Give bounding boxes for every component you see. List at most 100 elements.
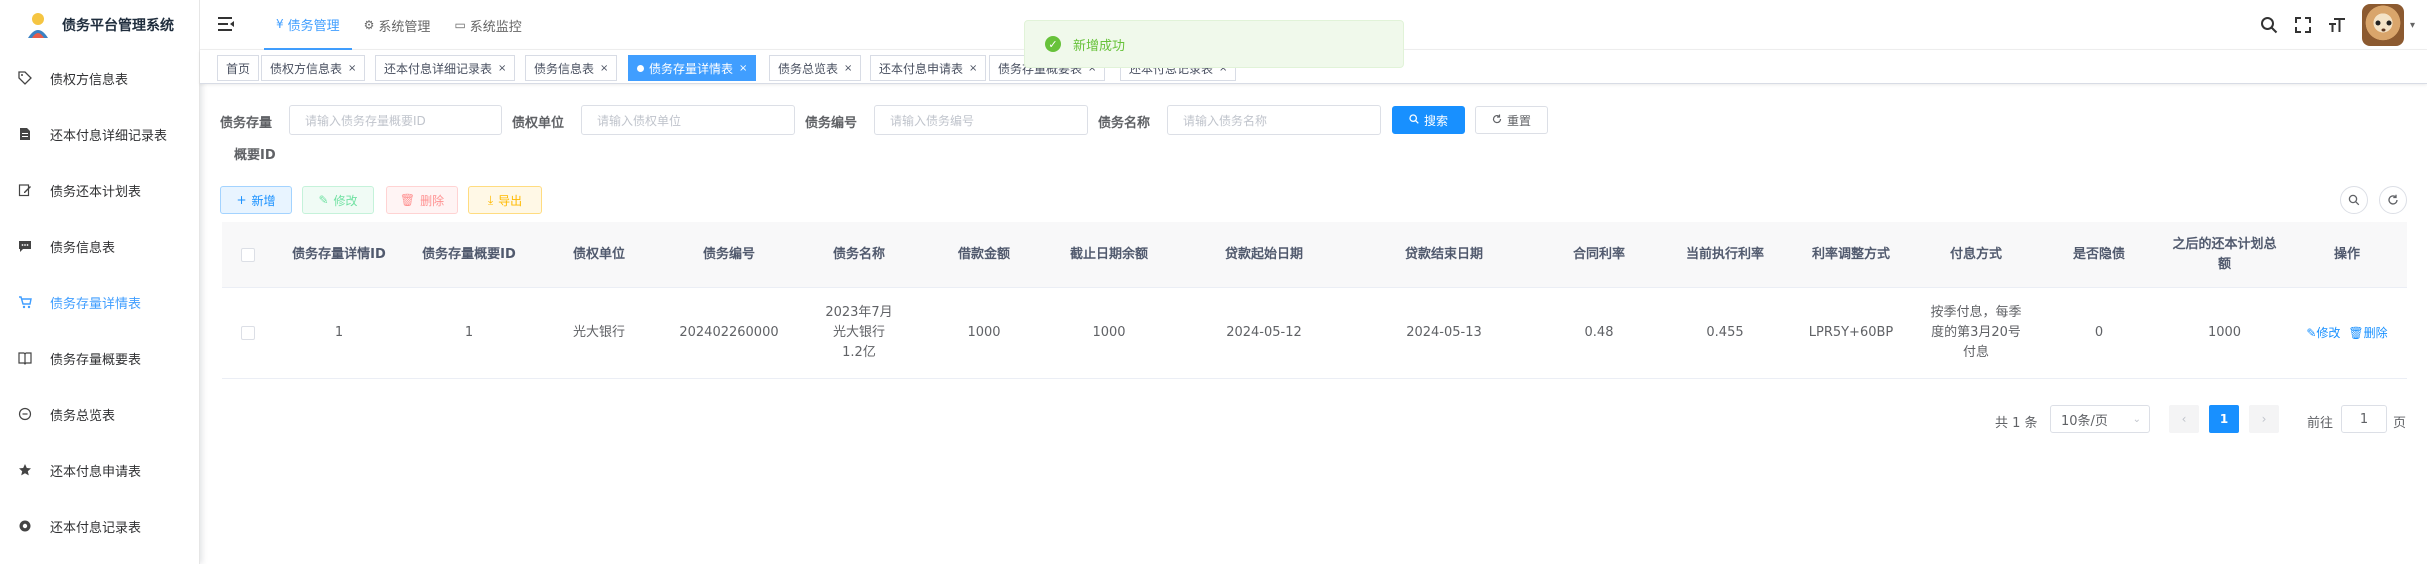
label-debt-no: 债务编号 — [805, 116, 858, 131]
pagination-total: 共 1 条 — [1995, 416, 2038, 431]
page-size-select[interactable]: 10条/页 ⌄ — [2050, 405, 2150, 433]
search-icon — [1409, 113, 1419, 127]
creditor-input[interactable]: 请输入债权单位 — [581, 105, 795, 135]
row-checkbox[interactable] — [241, 326, 255, 340]
col-header[interactable]: 债务存量概要ID — [404, 222, 534, 287]
sidebar-item[interactable]: 还本付息记录表 — [0, 498, 199, 554]
tag-debt-info[interactable]: 债务信息表 × — [525, 55, 618, 81]
plus-icon: + — [236, 193, 247, 207]
tag-creditor-info[interactable]: 债权方信息表 × — [261, 55, 366, 81]
debt-no-input[interactable]: 请输入债务编号 — [874, 105, 1088, 135]
hamburger-icon[interactable] — [218, 16, 234, 32]
sidebar-item[interactable]: 债务总览表 — [0, 386, 199, 442]
sidebar-item-label: 债务还本计划表 — [50, 184, 142, 200]
add-button-label: 新增 — [251, 193, 276, 208]
edit-button-label: 修改 — [333, 193, 358, 208]
row-select-cell — [222, 288, 274, 378]
col-header[interactable]: 借款金额 — [924, 222, 1044, 287]
font-size-icon[interactable] — [2327, 15, 2347, 35]
sidebar-item-label: 债务信息表 — [50, 240, 116, 256]
col-header[interactable]: 截止日期余额 — [1044, 222, 1174, 287]
tag-label: 债务信息表 — [534, 61, 595, 76]
sidebar-item[interactable]: 还本付息详细记录表 — [0, 106, 199, 162]
logo[interactable]: 债务平台管理系统 — [0, 0, 199, 50]
check-circle-icon: ✓ — [1045, 36, 1061, 52]
debt-name-input[interactable]: 请输入债务名称 — [1167, 105, 1381, 135]
summary-id-input[interactable]: 请输入债务存量概要ID — [289, 105, 502, 135]
edit-button[interactable]: ✎ 修改 — [302, 186, 374, 214]
fullscreen-icon[interactable] — [2293, 15, 2313, 35]
toggle-search-button[interactable] — [2340, 186, 2368, 214]
operations-cell: ✎修改 🗑删除 — [2287, 288, 2407, 378]
table-cell: 1000 — [1092, 325, 1126, 340]
tag-debt-overview[interactable]: 债务总览表 × — [769, 55, 862, 81]
search-icon[interactable] — [2259, 15, 2279, 35]
topnav-system-monitor[interactable]: ▭ 系统监控 — [442, 0, 533, 50]
close-icon[interactable]: × — [969, 63, 977, 74]
cart-icon — [18, 295, 32, 309]
col-header[interactable]: 债权单位 — [534, 222, 664, 287]
close-icon[interactable]: × — [348, 63, 356, 74]
data-table: 债务存量详情ID 债务存量概要ID 债权单位 债务编号 债务名称 借款金额 截止… — [222, 222, 2407, 379]
success-toast: ✓ 新增成功 — [1024, 20, 1404, 68]
sidebar-item-label: 还本付息申请表 — [50, 464, 142, 480]
add-button[interactable]: + 新增 — [220, 186, 292, 214]
search-button[interactable]: 搜索 — [1392, 106, 1465, 134]
export-button[interactable]: ⤓ 导出 — [468, 186, 542, 214]
col-header[interactable]: 债务名称 — [794, 222, 924, 287]
table-header: 债务存量详情ID 债务存量概要ID 债权单位 债务编号 债务名称 借款金额 截止… — [222, 222, 2407, 288]
table-cell: 按季付息，每季度的第3月20号付息 — [1930, 305, 2022, 360]
reset-button[interactable]: 重置 — [1475, 106, 1548, 134]
tag-debt-stock-detail[interactable]: 债务存量详情表 × — [628, 55, 757, 81]
avatar[interactable] — [2361, 4, 2404, 46]
sidebar-item[interactable]: 债权方信息表 — [0, 50, 199, 106]
col-header[interactable]: 债务存量详情ID — [274, 222, 404, 287]
col-header[interactable]: 贷款结束日期 — [1354, 222, 1534, 287]
refresh-icon — [2388, 194, 2398, 205]
refresh-button[interactable] — [2379, 186, 2407, 214]
sidebar-item[interactable]: 债务存量概要表 — [0, 330, 199, 386]
col-header[interactable]: 之后的还本计划总额 — [2162, 222, 2287, 287]
sidebar-item[interactable]: 债务还本计划表 — [0, 162, 199, 218]
caret-down-icon[interactable]: ▾ — [2410, 20, 2415, 31]
table-cell: 2024-05-12 — [1226, 325, 1302, 340]
goto-page-input[interactable]: 1 — [2341, 405, 2387, 433]
yen-icon: ¥ — [276, 17, 284, 31]
row-delete-button[interactable]: 🗑删除 — [2348, 323, 2387, 343]
col-header[interactable]: 合同利率 — [1534, 222, 1664, 287]
select-all-checkbox[interactable] — [241, 247, 255, 262]
tag-repayment-application[interactable]: 还本付息申请表 × — [870, 55, 987, 81]
close-icon[interactable]: × — [739, 63, 747, 74]
prev-page-button[interactable]: ‹ — [2169, 405, 2199, 433]
tag-home[interactable]: 首页 — [217, 55, 260, 81]
tag-repayment-detail[interactable]: 还本付息详细记录表 × — [375, 55, 516, 81]
close-icon[interactable]: × — [844, 63, 852, 74]
table-cell: LPR5Y+60BP — [1808, 325, 1894, 340]
close-icon[interactable]: × — [600, 63, 608, 74]
sidebar: 债务平台管理系统 债权方信息表 还本付息详细记录表债务还本计划表 债务信息表债务存量… — [0, 0, 200, 564]
col-header[interactable]: 利率调整方式 — [1786, 222, 1916, 287]
sidebar-item[interactable]: 债务存量详情表 — [0, 274, 199, 330]
table-row[interactable]: 1 1 光大银行 202402260000 2023年7月光大银行1.2亿 10… — [222, 288, 2407, 379]
topnav-debt-management[interactable]: ¥ 债务管理 — [264, 0, 352, 50]
delete-button[interactable]: 🗑 删除 — [386, 186, 458, 214]
document-icon — [18, 127, 32, 141]
sidebar-item[interactable]: 还本付息申请表 — [0, 442, 199, 498]
star-icon — [18, 463, 32, 477]
sidebar-item[interactable]: 债务信息表 — [0, 218, 199, 274]
col-header[interactable]: 操作 — [2287, 222, 2407, 287]
export-button-label: 导出 — [498, 193, 523, 208]
select-all-cell — [222, 222, 274, 287]
row-edit-button[interactable]: ✎修改 — [2306, 323, 2340, 343]
close-icon[interactable]: × — [498, 63, 506, 74]
col-header[interactable]: 债务编号 — [664, 222, 794, 287]
page-number-button[interactable]: 1 — [2209, 405, 2239, 433]
col-header[interactable]: 贷款起始日期 — [1174, 222, 1354, 287]
refresh-icon — [1492, 113, 1502, 127]
topnav-system-management[interactable]: ⚙ 系统管理 — [352, 0, 443, 50]
col-header[interactable]: 付息方式 — [1916, 222, 2036, 287]
next-page-button[interactable]: › — [2249, 405, 2279, 433]
col-header[interactable]: 当前执行利率 — [1664, 222, 1786, 287]
col-header[interactable]: 是否隐债 — [2036, 222, 2162, 287]
tag-icon — [18, 71, 32, 85]
